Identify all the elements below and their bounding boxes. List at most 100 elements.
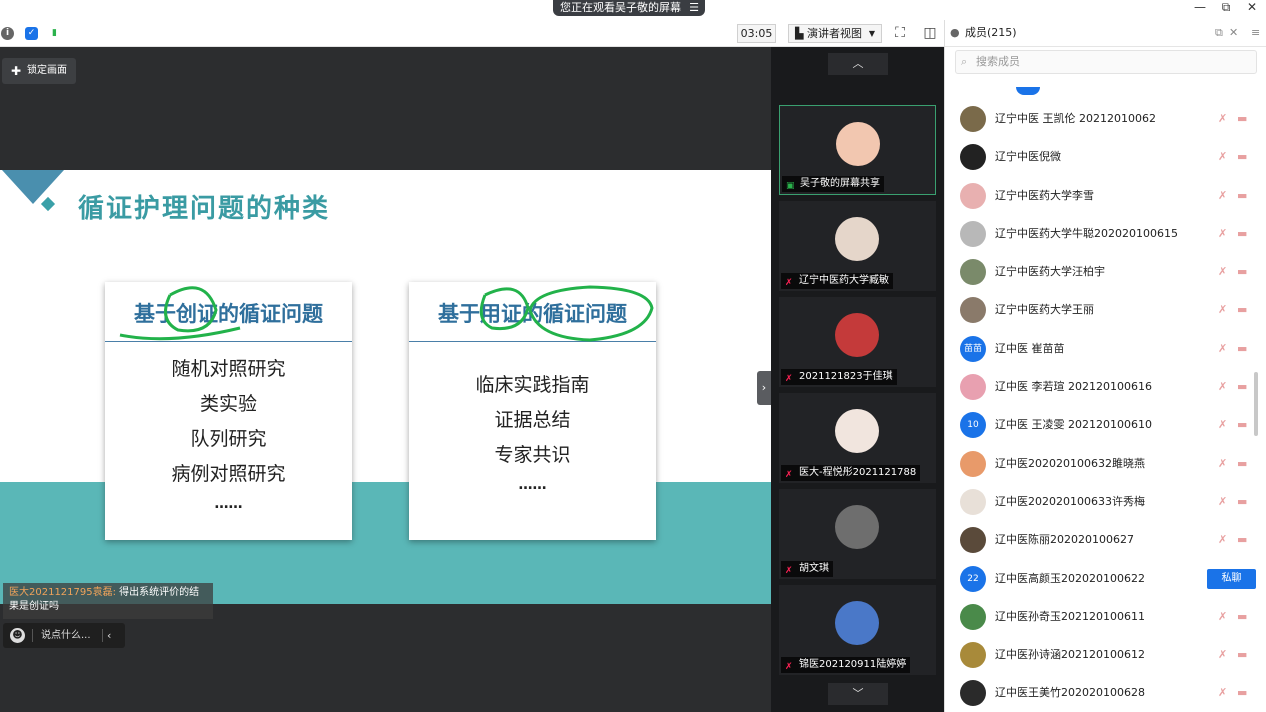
mic-muted-icon[interactable]: ✗ xyxy=(1218,303,1227,316)
member-row[interactable]: 辽宁中医药大学王丽 ✗ ▬ xyxy=(945,291,1257,329)
member-row[interactable]: 辽宁中医倪微 ✗ ▬ xyxy=(945,138,1257,176)
member-row[interactable]: 辽中医孙诗涵202120100612 ✗ ▬ xyxy=(945,636,1257,674)
video-name: 2021121823于佳琪 xyxy=(799,371,893,382)
members-scrollbar[interactable] xyxy=(1254,372,1258,436)
video-tile[interactable]: ▣ 吴子敬的屏幕共享 xyxy=(779,105,936,195)
mic-muted-icon[interactable]: ✗ xyxy=(1218,457,1227,470)
video-tile[interactable]: ✗ 医大-程悦彤2021121788 xyxy=(779,393,936,483)
member-name: 辽中医202020100633许秀梅 xyxy=(995,495,1145,508)
mic-muted-icon[interactable]: ✗ xyxy=(1218,380,1227,393)
member-row[interactable]: 苗苗 辽中医 崔苗苗 ✗ ▬ xyxy=(945,330,1257,368)
member-row[interactable]: 辽中医孙奇玉202120100611 ✗ ▬ xyxy=(945,598,1257,636)
camera-off-icon[interactable]: ▬ xyxy=(1237,533,1247,546)
avatar xyxy=(960,259,986,285)
member-row[interactable]: 辽中医202020100632雎晓燕 ✗ ▬ xyxy=(945,445,1257,483)
mic-muted-icon[interactable]: ✗ xyxy=(1218,495,1227,508)
security-shield-icon[interactable]: ✓ xyxy=(25,27,38,40)
camera-off-icon[interactable]: ▬ xyxy=(1237,495,1247,508)
member-row[interactable]: 辽中医王美竹202020100628 ✗ ▬ xyxy=(945,674,1257,712)
camera-off-icon[interactable]: ▬ xyxy=(1237,380,1247,393)
camera-off-icon[interactable]: ▬ xyxy=(1237,189,1247,202)
fullscreen-icon[interactable]: ⛶ xyxy=(891,25,909,42)
menu-icon[interactable]: ≡ xyxy=(1251,26,1260,39)
camera-off-icon[interactable]: ▬ xyxy=(1237,150,1247,163)
avatar xyxy=(835,601,879,645)
member-row[interactable]: 辽中医陈丽202020100627 ✗ ▬ xyxy=(945,521,1257,559)
mic-muted-icon[interactable]: ✗ xyxy=(1218,418,1227,431)
emoji-icon[interactable]: ☻ xyxy=(10,628,25,643)
video-tile[interactable]: ✗ 胡文琪 xyxy=(779,489,936,579)
member-row[interactable]: 辽中医 李若瑄 202120100616 ✗ ▬ xyxy=(945,368,1257,406)
lock-view-button[interactable]: ✚ 锁定画面 xyxy=(2,58,76,84)
chevron-left-icon[interactable]: ‹ xyxy=(107,623,111,648)
mic-muted-icon[interactable]: ✗ xyxy=(1218,686,1227,699)
view-mode-select[interactable]: ▙ 演讲者视图 ▼ xyxy=(788,24,882,43)
camera-off-icon[interactable]: ▬ xyxy=(1237,418,1247,431)
chat-input-placeholder[interactable]: 说点什么... xyxy=(41,623,91,648)
camera-off-icon[interactable]: ▬ xyxy=(1237,457,1247,470)
annotation-stroke xyxy=(479,287,530,331)
camera-off-icon[interactable]: ▬ xyxy=(1237,648,1247,661)
member-row[interactable]: 辽中医202020100633许秀梅 ✗ ▬ xyxy=(945,483,1257,521)
member-name: 辽宁中医药大学王丽 xyxy=(995,303,1094,316)
search-placeholder: 搜索成员 xyxy=(976,55,1020,68)
collapse-strip-handle[interactable]: › xyxy=(757,371,771,405)
avatar xyxy=(960,297,986,323)
shared-screen-area: ✚ 锁定画面 循证护理问题的种类 基于创证的循证问题 随机对照研究 类实验 队列… xyxy=(0,47,771,712)
member-name: 辽中医王美竹202020100628 xyxy=(995,686,1145,699)
mic-muted-icon[interactable]: ✗ xyxy=(1218,648,1227,661)
camera-off-icon[interactable]: ▬ xyxy=(1237,227,1247,240)
mic-muted-icon[interactable]: ✗ xyxy=(1218,112,1227,125)
mic-muted-icon[interactable]: ✗ xyxy=(1218,610,1227,623)
mic-muted-icon[interactable]: ✗ xyxy=(1218,227,1227,240)
member-row[interactable]: 10 辽中医 王凌雯 202120100610 ✗ ▬ xyxy=(945,406,1257,444)
strip-scroll-down-button[interactable]: ﹀ xyxy=(828,683,888,705)
sidebar-toggle-icon[interactable]: ◫ xyxy=(921,25,939,42)
video-name-tag: ✗ 锦医202120911陆婷婷 xyxy=(781,657,911,673)
member-name: 辽宁中医倪微 xyxy=(995,150,1061,163)
camera-off-icon[interactable]: ▬ xyxy=(1237,610,1247,623)
mic-muted-icon[interactable]: ✗ xyxy=(1218,342,1227,355)
avatar xyxy=(960,221,986,247)
mic-muted-icon[interactable]: ✗ xyxy=(1218,533,1227,546)
avatar xyxy=(835,505,879,549)
member-row[interactable]: 辽宁中医药大学汪柏宇 ✗ ▬ xyxy=(945,253,1257,291)
member-row[interactable]: 辽宁中医药大学李雪 ✗ ▬ xyxy=(945,177,1257,215)
annotation-stroke xyxy=(528,285,654,342)
share-menu-icon[interactable]: ☰ xyxy=(689,0,699,16)
camera-off-icon[interactable]: ▬ xyxy=(1237,303,1247,316)
avatar xyxy=(960,642,986,668)
video-tile[interactable]: ✗ 2021121823于佳琪 xyxy=(779,297,936,387)
minimize-button[interactable]: — xyxy=(1188,0,1212,16)
video-name-tag: ✗ 胡文琪 xyxy=(781,561,833,577)
member-row[interactable]: 22 辽中医高颜玉202020100622 私聊 xyxy=(945,560,1257,598)
chevron-down-icon: ▼ xyxy=(868,29,875,38)
popout-icon[interactable]: ⧉ xyxy=(1215,26,1223,40)
member-row[interactable]: 辽宁中医药大学牛聪202020100615 ✗ ▬ xyxy=(945,215,1257,253)
info-icon[interactable]: i xyxy=(1,27,14,40)
member-row[interactable]: 辽宁中医 王凯伦 20212010062 ✗ ▬ xyxy=(945,100,1257,138)
member-name: 辽宁中医 王凯伦 20212010062 xyxy=(995,112,1156,125)
chat-input-bar[interactable]: ☻ 说点什么... ‹ xyxy=(3,623,125,648)
mic-muted-icon[interactable]: ✗ xyxy=(1218,189,1227,202)
close-window-button[interactable]: ✕ xyxy=(1240,0,1264,16)
signal-strength-icon[interactable]: ▮ xyxy=(48,27,61,40)
mic-muted-icon[interactable]: ✗ xyxy=(1218,265,1227,278)
restore-button[interactable]: ⧉ xyxy=(1214,0,1238,16)
video-tile[interactable]: ✗ 辽宁中医药大学臧敏 xyxy=(779,201,936,291)
camera-off-icon[interactable]: ▬ xyxy=(1237,686,1247,699)
mic-muted-icon[interactable]: ✗ xyxy=(1218,150,1227,163)
strip-scroll-up-button[interactable]: ︿ xyxy=(828,53,888,75)
screen-share-banner[interactable]: 您正在观看吴子敬的屏幕 ☰ xyxy=(553,0,705,16)
member-search-input[interactable]: ⌕ 搜索成员 xyxy=(955,50,1257,74)
camera-off-icon[interactable]: ▬ xyxy=(1237,342,1247,355)
video-tile[interactable]: ✗ 锦医202120911陆婷婷 xyxy=(779,585,936,675)
mic-muted-icon: ✗ xyxy=(785,374,793,384)
private-chat-button[interactable]: 私聊 xyxy=(1207,569,1256,589)
close-icon[interactable]: ✕ xyxy=(1229,26,1238,39)
chat-bubble: 医大2021121795袁磊: 得出系统评价的结 果是创证吗 xyxy=(3,583,213,619)
meeting-timer: 03:05 xyxy=(737,24,776,43)
camera-off-icon[interactable]: ▬ xyxy=(1237,265,1247,278)
chat-text: 得出系统评价的结 xyxy=(116,587,200,598)
camera-off-icon[interactable]: ▬ xyxy=(1237,112,1247,125)
